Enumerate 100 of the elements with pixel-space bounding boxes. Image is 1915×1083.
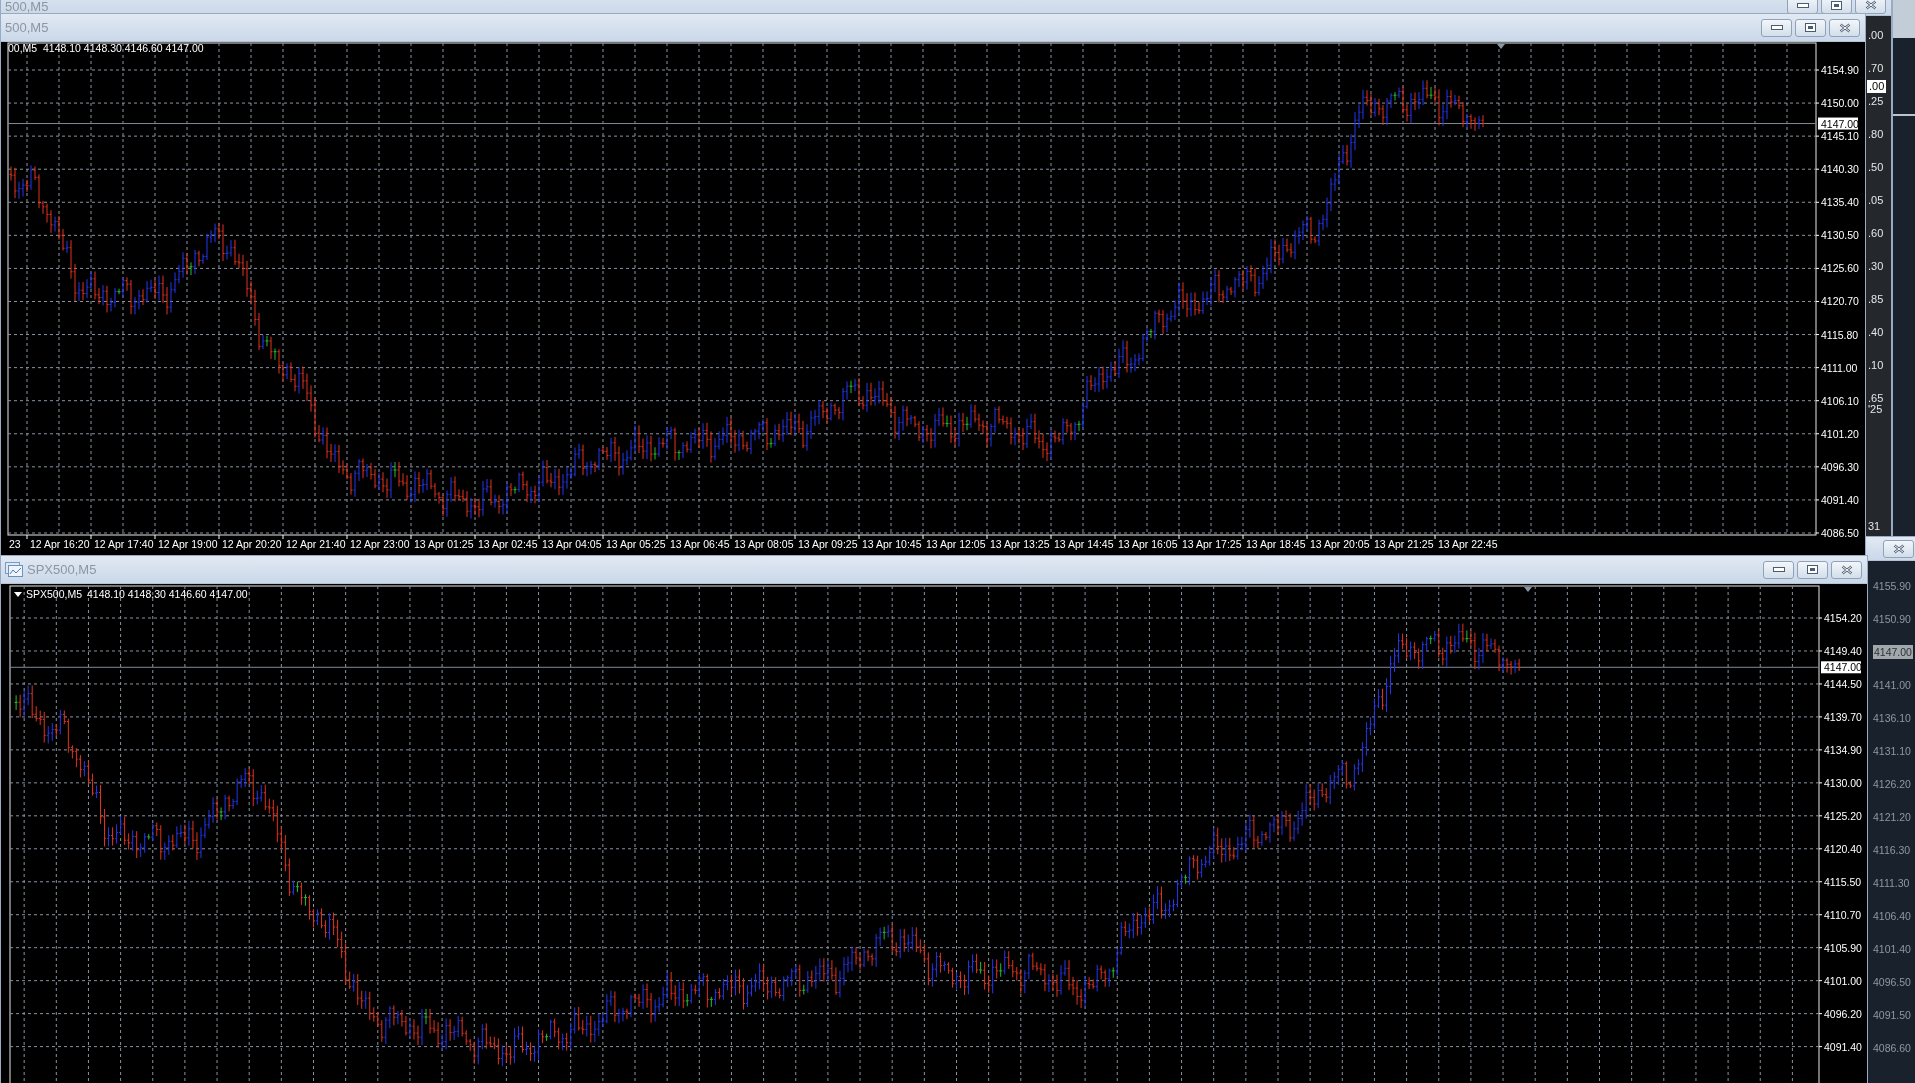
time-axis-label: 12 Apr 20:20 bbox=[222, 538, 282, 550]
time-axis-label: 13 Apr 01:25 bbox=[414, 538, 474, 550]
price-axis-label: 4111.00 bbox=[1821, 361, 1858, 374]
restore-icon bbox=[1807, 565, 1818, 574]
price-axis-label: 4134.90 bbox=[1824, 743, 1862, 756]
price-axis-label: 4141.00 bbox=[1873, 678, 1911, 691]
restore-icon bbox=[1805, 23, 1816, 32]
price-axis-label: 4120.70 bbox=[1821, 295, 1859, 308]
price-axis-label: 4096.50 bbox=[1873, 975, 1911, 988]
close-button[interactable] bbox=[1829, 18, 1860, 37]
price-axis-label: .60 bbox=[1868, 227, 1884, 240]
price-axis-label: 4154.90 bbox=[1821, 64, 1859, 76]
price-axis-label: 4130.50 bbox=[1821, 229, 1859, 242]
triangle-icon bbox=[1497, 44, 1505, 49]
price-axis-label: '25 bbox=[1868, 403, 1883, 416]
price-axis-label: 4140.30 bbox=[1821, 163, 1859, 176]
time-axis-label: 12 Apr 19:00 bbox=[158, 538, 218, 550]
restore-button[interactable] bbox=[1821, 0, 1852, 14]
price-axis-label: 31 bbox=[1868, 520, 1881, 533]
time-axis-label: 12 Apr 21:40 bbox=[286, 538, 346, 550]
minimize-button[interactable] bbox=[1761, 18, 1792, 37]
price-axis-label: .50 bbox=[1868, 161, 1884, 174]
time-axis-label: 13 Apr 05:25 bbox=[606, 538, 666, 550]
price-axis-label: 4111.30 bbox=[1873, 876, 1910, 889]
price-axis-label: .25 bbox=[1868, 95, 1884, 108]
price-axis-label: .00 bbox=[1868, 29, 1884, 42]
price-axis-label: 4091.40 bbox=[1824, 1040, 1862, 1053]
price-axis-label: .40 bbox=[1868, 326, 1884, 339]
close-icon bbox=[1838, 22, 1851, 33]
price-axis-label: 4120.40 bbox=[1824, 842, 1862, 855]
price-axis-label: .10 bbox=[1868, 359, 1884, 372]
price-axis-label: .30 bbox=[1868, 260, 1884, 273]
close-icon bbox=[1892, 543, 1905, 554]
price-axis-label: .05 bbox=[1868, 194, 1884, 207]
window-title: 500,M5 bbox=[5, 20, 49, 35]
close-icon bbox=[1840, 564, 1853, 575]
price-axis-label: 4131.10 bbox=[1873, 744, 1911, 757]
time-axis-label: 13 Apr 20:05 bbox=[1310, 538, 1370, 550]
price-axis-label: .85 bbox=[1868, 293, 1884, 306]
restore-icon bbox=[1831, 0, 1842, 10]
time-axis-label: 13 Apr 06:45 bbox=[670, 538, 730, 550]
time-axis-label: 13 Apr 08:05 bbox=[734, 538, 794, 550]
price-axis-label: 4150.90 bbox=[1873, 612, 1911, 625]
current-price-label: 4147.00 bbox=[1818, 117, 1859, 130]
restore-button[interactable] bbox=[1795, 18, 1826, 37]
price-axis-label: 4155.90 bbox=[1873, 579, 1911, 592]
time-axis-label: 13 Apr 22:45 bbox=[1438, 538, 1498, 550]
price-axis-label: .65 bbox=[1868, 392, 1884, 405]
chart-window-icon bbox=[5, 562, 23, 577]
price-axis-label: 4106.10 bbox=[1821, 394, 1859, 407]
close-button[interactable] bbox=[1883, 539, 1914, 558]
time-axis-label: 12 Apr 16:20 bbox=[30, 538, 90, 550]
price-axis-label: 4139.70 bbox=[1824, 710, 1862, 723]
price-axis-label: 4086.50 bbox=[1821, 527, 1859, 539]
time-axis-label: 13 Apr 16:05 bbox=[1118, 538, 1178, 550]
price-axis-label: 4136.10 bbox=[1873, 711, 1911, 724]
minimize-icon bbox=[1770, 25, 1783, 30]
price-axis-label: 4110.70 bbox=[1824, 908, 1862, 921]
time-axis-label: 13 Apr 14:45 bbox=[1054, 538, 1114, 550]
time-axis-label: 13 Apr 21:25 bbox=[1374, 538, 1434, 550]
ohlc-values: 4148.10 4148.30 4146.60 4147.00 bbox=[43, 42, 204, 54]
price-axis-label: 4115.80 bbox=[1821, 328, 1859, 341]
minimize-button[interactable] bbox=[1763, 560, 1794, 579]
price-axis-label: 4145.10 bbox=[1821, 130, 1859, 143]
price-axis-label: 4105.90 bbox=[1824, 941, 1862, 954]
price-axis-label: 4130.00 bbox=[1824, 776, 1862, 789]
price-axis-label: 4091.40 bbox=[1821, 493, 1859, 506]
minimize-icon bbox=[1796, 2, 1809, 8]
window-title: 500,M5 bbox=[5, 0, 49, 14]
restore-button[interactable] bbox=[1797, 560, 1828, 579]
current-price-label: .00 bbox=[1867, 80, 1887, 93]
price-axis-label: 4115.50 bbox=[1824, 875, 1862, 888]
time-axis-label: 23 bbox=[9, 538, 21, 550]
time-axis-label: 13 Apr 12:05 bbox=[926, 538, 986, 550]
price-axis-label: 4126.20 bbox=[1873, 777, 1911, 790]
price-axis-label: 4101.00 bbox=[1824, 974, 1862, 987]
price-axis-label: 4125.60 bbox=[1821, 262, 1859, 275]
time-axis-label: 12 Apr 23:00 bbox=[350, 538, 410, 550]
price-axis-label: 4101.40 bbox=[1873, 942, 1911, 955]
time-axis-label: 13 Apr 02:45 bbox=[478, 538, 538, 550]
price-axis-label: 4121.20 bbox=[1873, 810, 1911, 823]
close-icon bbox=[1864, 0, 1877, 10]
minimize-icon bbox=[1772, 567, 1785, 572]
minimize-button[interactable] bbox=[1787, 0, 1818, 14]
price-axis-label: 4150.00 bbox=[1821, 97, 1859, 110]
chart-symbol: SPX500,M5 bbox=[26, 588, 83, 600]
time-axis-label: 13 Apr 13:25 bbox=[990, 538, 1050, 550]
price-axis-label: 4149.40 bbox=[1824, 644, 1862, 657]
window-title: SPX500,M5 bbox=[27, 562, 97, 577]
price-axis-label: 4096.20 bbox=[1824, 1007, 1862, 1020]
current-price-label: 4147.00 bbox=[1873, 644, 1913, 659]
dropdown-triangle-icon[interactable] bbox=[14, 592, 22, 597]
close-button[interactable] bbox=[1855, 0, 1886, 14]
time-axis-label: 12 Apr 17:40 bbox=[94, 538, 154, 550]
close-button[interactable] bbox=[1831, 560, 1862, 579]
time-axis-label: 13 Apr 09:25 bbox=[798, 538, 858, 550]
time-axis-label: 13 Apr 17:25 bbox=[1182, 538, 1242, 550]
time-axis-label: 13 Apr 18:45 bbox=[1246, 538, 1306, 550]
ohlc-values: 4148.10 4148.30 4146.60 4147.00 bbox=[87, 588, 248, 600]
chart-symbol: 00,M5 bbox=[8, 42, 38, 54]
